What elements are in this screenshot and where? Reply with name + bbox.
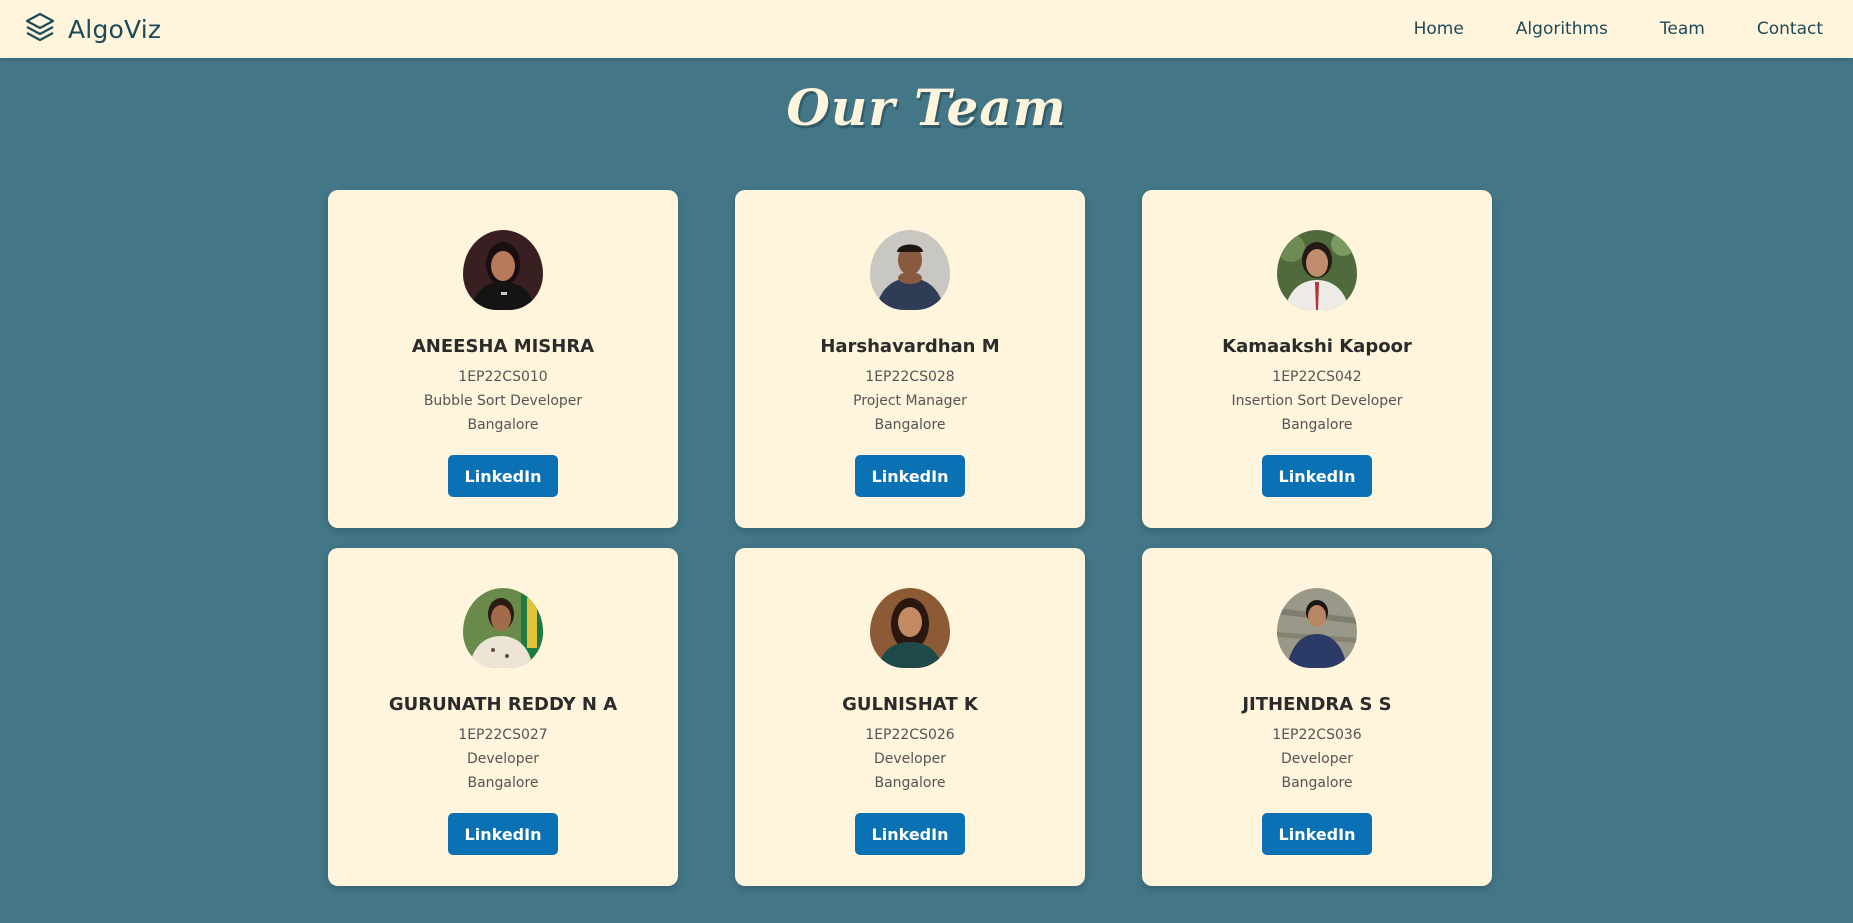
profile-photo [463,230,543,310]
member-location: Bangalore [874,775,946,791]
linkedin-button[interactable]: LinkedIn [1262,455,1372,497]
brand-name: AlgoViz [68,14,162,44]
team-card: GULNISHAT K 1EP22CS026 Developer Bangalo… [735,548,1085,886]
member-details: 1EP22CS042 Insertion Sort Developer Bang… [1231,365,1402,437]
page-title: Our Team [786,78,1067,137]
member-usn: 1EP22CS028 [865,369,955,385]
profile-photo [1277,588,1357,668]
navbar: AlgoViz Home Algorithms Team Contact [0,0,1853,58]
linkedin-button[interactable]: LinkedIn [1262,813,1372,855]
member-details: 1EP22CS010 Bubble Sort Developer Bangalo… [424,365,582,437]
member-name: JITHENDRA S S [1242,694,1392,715]
linkedin-button[interactable]: LinkedIn [855,813,965,855]
linkedin-button[interactable]: LinkedIn [448,813,558,855]
member-name: ANEESHA MISHRA [411,336,595,357]
member-location: Bangalore [467,417,539,433]
member-location: Bangalore [467,775,539,791]
linkedin-button[interactable]: LinkedIn [855,455,965,497]
member-location: Bangalore [1281,775,1353,791]
profile-photo [463,588,543,668]
profile-photo [870,588,950,668]
member-name: GULNISHAT K [842,694,978,715]
brand-logo-link[interactable]: AlgoViz [24,8,161,50]
member-details: 1EP22CS027 Developer Bangalore [458,723,547,795]
nav-link-algorithms[interactable]: Algorithms [1516,19,1608,39]
member-usn: 1EP22CS036 [1272,727,1362,743]
profile-photo [870,230,950,310]
profile-photo [1277,230,1357,310]
nav-link-home[interactable]: Home [1414,19,1464,39]
member-name: Kamaakshi Kapoor [1222,336,1412,357]
team-grid: ANEESHA MISHRA 1EP22CS010 Bubble Sort De… [328,190,1492,886]
layers-icon [24,11,56,47]
member-location: Bangalore [1281,417,1353,433]
member-usn: 1EP22CS026 [865,727,955,743]
member-role: Project Manager [853,393,967,409]
member-role: Developer [873,751,946,767]
member-name: GURUNATH REDDY N A [388,694,618,715]
team-card: ANEESHA MISHRA 1EP22CS010 Bubble Sort De… [328,190,678,528]
member-role: Bubble Sort Developer [423,393,583,409]
member-role: Developer [1280,751,1353,767]
nav-link-contact[interactable]: Contact [1757,19,1823,39]
nav-links: Home Algorithms Team Contact [1414,0,1823,58]
member-usn: 1EP22CS027 [458,727,548,743]
linkedin-button[interactable]: LinkedIn [448,455,558,497]
member-name: Harshavardhan M [820,336,1000,357]
team-card: JITHENDRA S S 1EP22CS036 Developer Banga… [1142,548,1492,886]
team-card: Kamaakshi Kapoor 1EP22CS042 Insertion So… [1142,190,1492,528]
nav-link-team[interactable]: Team [1660,19,1705,39]
member-usn: 1EP22CS042 [1272,369,1362,385]
member-location: Bangalore [874,417,946,433]
member-usn: 1EP22CS010 [458,369,548,385]
member-details: 1EP22CS036 Developer Bangalore [1272,723,1361,795]
member-details: 1EP22CS026 Developer Bangalore [865,723,954,795]
team-card: Harshavardhan M 1EP22CS028 Project Manag… [735,190,1085,528]
team-card: GURUNATH REDDY N A 1EP22CS027 Developer … [328,548,678,886]
member-role: Insertion Sort Developer [1231,393,1403,409]
member-details: 1EP22CS028 Project Manager Bangalore [853,365,967,437]
member-role: Developer [466,751,539,767]
